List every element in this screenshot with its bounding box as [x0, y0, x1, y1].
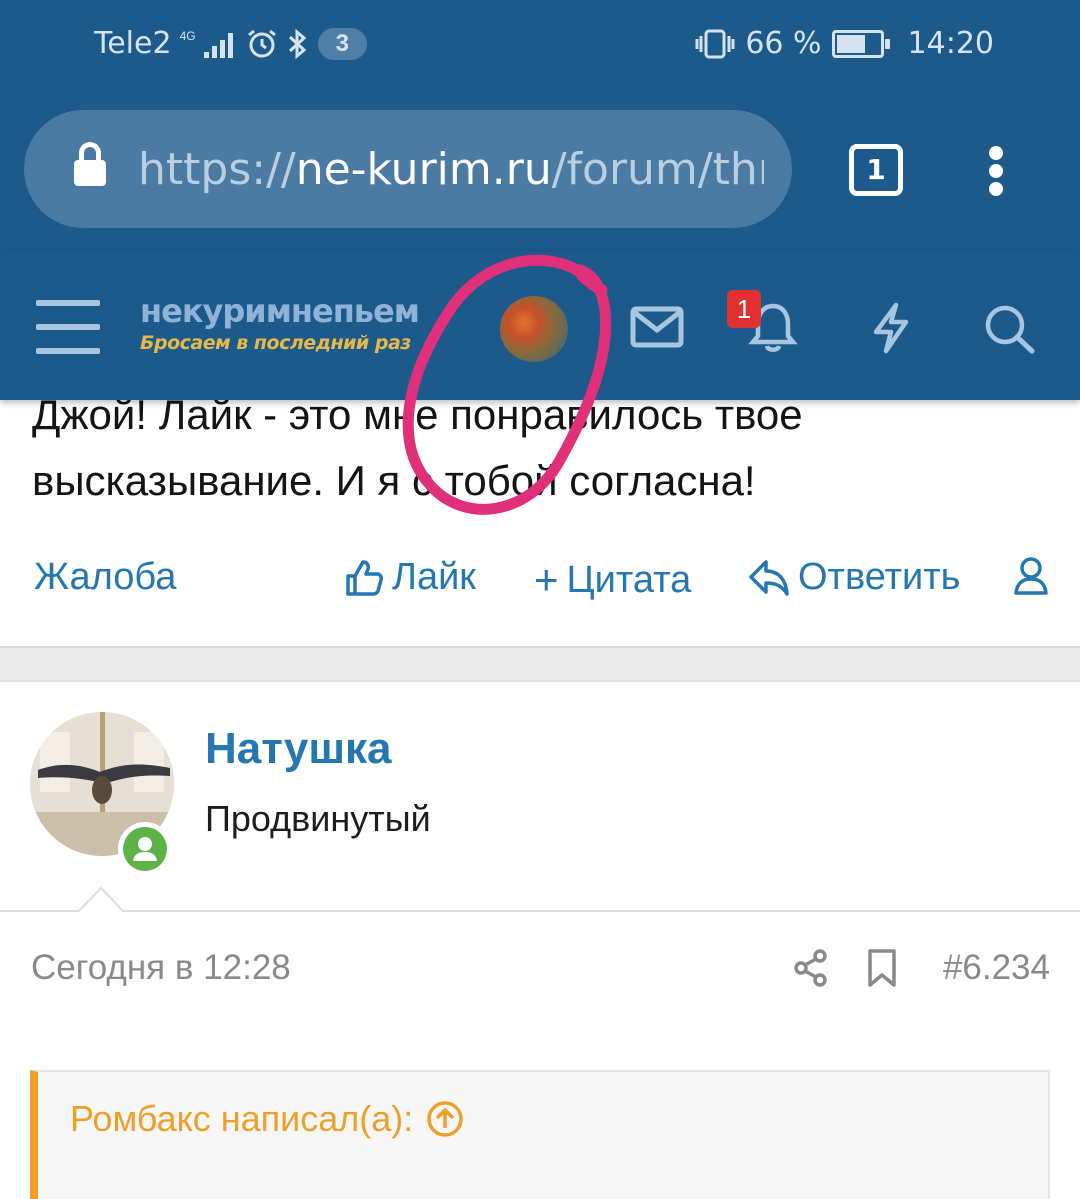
- alarm-icon: [247, 29, 276, 57]
- logo-title: некуримнепьем: [140, 292, 420, 330]
- reply-button[interactable]: Ответить: [748, 556, 960, 599]
- bluetooth-icon: [288, 28, 306, 59]
- user-title: Продвинутый: [205, 798, 431, 839]
- vibrate-icon: [695, 29, 735, 58]
- quote-author-label: Ромбакс написал(а):: [70, 1098, 414, 1139]
- battery-percent: 66 %: [745, 26, 822, 61]
- tab-switcher-button[interactable]: 1: [849, 144, 903, 196]
- clock: 14:20: [907, 26, 994, 61]
- notification-count-badge: 3: [317, 27, 367, 60]
- logo-tagline: Бросаем в последний раз: [140, 332, 411, 354]
- search-icon[interactable]: [984, 304, 1036, 354]
- status-bar-right: 66 % 14:20: [695, 26, 994, 61]
- carrier-label: Tele2: [94, 26, 172, 61]
- report-button[interactable]: Жалоба: [34, 556, 176, 599]
- like-label: Лайк: [392, 556, 476, 598]
- lightning-icon[interactable]: [870, 302, 912, 354]
- quote-button[interactable]: + Цитата: [534, 556, 691, 604]
- post-user-block: Натушка Продвинутый: [0, 682, 1080, 912]
- signal-icon: [203, 32, 233, 58]
- network-type-label: 4G: [179, 28, 196, 43]
- member-button[interactable]: [1014, 556, 1048, 596]
- post-meta-bar: Сегодня в 12:28 #6.234: [0, 940, 1080, 1000]
- arrow-up-circle-icon[interactable]: [425, 1099, 465, 1139]
- online-status-badge: [118, 822, 172, 876]
- thumbs-up-icon: [346, 559, 383, 596]
- url-bar[interactable]: https://ne-kurim.ru/forum/thr: [24, 110, 792, 228]
- post-date[interactable]: Сегодня в 12:28: [31, 948, 291, 988]
- browser-menu-icon[interactable]: [986, 146, 1006, 196]
- post-message-text: Джой! Лайк - это мне понравилось твое вы…: [32, 391, 803, 504]
- report-label: Жалоба: [34, 556, 177, 598]
- alerts-count-badge: 1: [727, 290, 761, 328]
- account-avatar[interactable]: [500, 296, 568, 362]
- battery-icon: [831, 29, 890, 58]
- site-header: некуримнепьем Бросаем в последний раз 1: [0, 252, 1080, 400]
- plus-icon: +: [534, 556, 559, 603]
- url-text[interactable]: https://ne-kurim.ru/forum/thr: [138, 144, 764, 195]
- status-bar-left: Tele2 4G 3: [94, 26, 367, 61]
- url-host: ne-kurim.ru: [295, 144, 552, 195]
- url-path: /forum/thr: [551, 144, 764, 195]
- user-icon: [1014, 557, 1048, 595]
- quote-header[interactable]: Ромбакс написал(а):: [70, 1098, 465, 1140]
- share-icon[interactable]: [792, 948, 830, 988]
- reply-icon: [749, 559, 789, 596]
- post-username[interactable]: Натушка: [205, 724, 392, 774]
- browser-chrome: Tele2 4G 3 66 % 14:20 https://ne-kurim.r…: [0, 0, 1080, 252]
- battery-fill: [836, 34, 865, 53]
- reply-label: Ответить: [798, 556, 961, 598]
- status-bar: Tele2 4G 3 66 % 14:20: [0, 0, 1080, 88]
- quote-block: Ромбакс написал(а):: [30, 1070, 1050, 1199]
- post-actions-bar: Жалоба Лайк + Цитата Ответить: [0, 548, 1080, 612]
- url-scheme: https://: [138, 144, 296, 195]
- bookmark-icon[interactable]: [866, 948, 898, 988]
- mail-icon[interactable]: [630, 306, 684, 348]
- lock-icon: [74, 142, 106, 188]
- online-user-icon: [133, 837, 157, 861]
- hamburger-menu-icon[interactable]: [36, 300, 100, 354]
- like-button[interactable]: Лайк: [344, 556, 476, 599]
- post-number-link[interactable]: #6.234: [943, 948, 1050, 988]
- post-separator: [0, 646, 1080, 682]
- site-logo[interactable]: некуримнепьем Бросаем в последний раз: [140, 292, 432, 362]
- message-arrow: [76, 886, 126, 914]
- quote-label: Цитата: [566, 558, 692, 601]
